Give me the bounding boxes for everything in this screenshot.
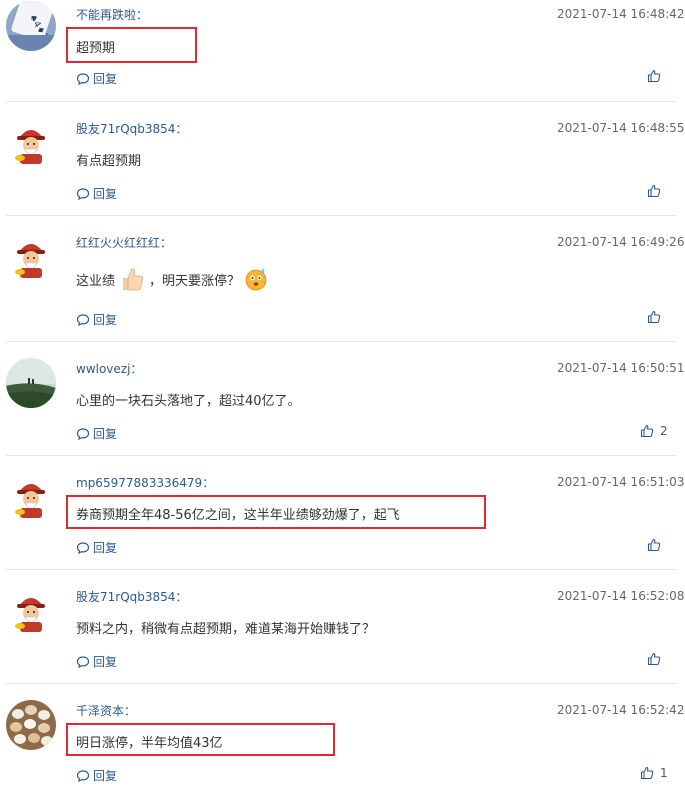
comment-item: mp65977883336479： 2021-07-14 16:51:03 券商… <box>0 456 685 570</box>
reply-button[interactable]: 回复 <box>76 311 117 328</box>
comment-item: ♠4♦3 不能再跌啦： 2021-07-14 16:48:42 超预期 回复 <box>0 0 685 102</box>
reply-button[interactable]: 回复 <box>76 767 117 784</box>
avatar[interactable] <box>6 358 56 408</box>
thumbs-up-icon <box>647 652 661 666</box>
thumbs-up-emoji-icon <box>123 268 144 291</box>
reply-button[interactable]: 回复 <box>76 185 117 202</box>
thumbs-up-icon <box>640 424 654 438</box>
comment-item: wwlovezj： 2021-07-14 16:50:51 心里的一块石头落地了… <box>0 342 685 456</box>
like-button[interactable] <box>647 69 667 83</box>
comment-text: 超预期 <box>76 41 116 56</box>
reply-button[interactable]: 回复 <box>76 70 117 87</box>
like-button[interactable] <box>647 184 667 198</box>
comment-time: 2021-07-14 16:50:51 <box>557 361 685 375</box>
comment-bubble-icon <box>76 769 90 782</box>
reply-label: 回复 <box>93 655 118 669</box>
thumbs-up-icon <box>647 184 661 198</box>
avatar[interactable]: ♠4♦3 <box>6 1 56 51</box>
comment-author[interactable]: 红红火火红红红： <box>76 234 172 251</box>
comment-bubble-icon <box>76 541 90 554</box>
avatar[interactable] <box>6 586 56 636</box>
like-button[interactable] <box>647 538 667 552</box>
thumbs-up-icon <box>647 310 661 324</box>
like-count: 2 <box>660 424 668 438</box>
reply-label: 回复 <box>93 313 118 327</box>
like-button[interactable]: 2 <box>640 424 668 438</box>
comment-bubble-icon <box>76 187 90 200</box>
comment-item: 股友71rQqb3854： 2021-07-14 16:52:08 预料之内，稍… <box>0 570 685 684</box>
avatar[interactable] <box>6 700 56 750</box>
avatar[interactable] <box>6 232 56 282</box>
comment-item: 股友71rQqb3854： 2021-07-14 16:48:55 有点超预期 … <box>0 102 685 216</box>
comment-item: 红红火火红红红： 2021-07-14 16:49:26 这业绩 ，明天要涨停？… <box>0 216 685 342</box>
comment-time: 2021-07-14 16:52:42 <box>557 703 685 717</box>
reply-button[interactable]: 回复 <box>76 653 117 670</box>
comment-author[interactable]: 股友71rQqb3854： <box>76 120 187 137</box>
comment-text-part: 这业绩 <box>76 273 116 289</box>
reply-label: 回复 <box>93 187 118 201</box>
comment-author[interactable]: 千泽资本： <box>76 702 136 719</box>
thumbs-up-icon <box>647 69 661 83</box>
comment-time: 2021-07-14 16:48:42 <box>557 7 685 21</box>
like-button[interactable]: 1 <box>640 766 668 780</box>
like-button[interactable] <box>647 652 667 666</box>
reply-label: 回复 <box>93 72 118 86</box>
reply-label: 回复 <box>93 427 118 441</box>
comment-item: 千泽资本： 2021-07-14 16:52:42 明日涨停，半年均值43亿 回… <box>0 684 685 791</box>
comment-time: 2021-07-14 16:49:26 <box>557 235 685 249</box>
thumbs-up-icon <box>647 538 661 552</box>
sweating-face-emoji-icon <box>245 268 267 291</box>
reply-button[interactable]: 回复 <box>76 539 117 556</box>
reply-label: 回复 <box>93 541 118 555</box>
avatar[interactable] <box>6 472 56 522</box>
comment-text: 预料之内，稍微有点超预期，难道某海开始赚钱了？ <box>76 622 376 637</box>
comment-time: 2021-07-14 16:48:55 <box>557 121 685 135</box>
comment-author[interactable]: wwlovezj： <box>76 360 142 377</box>
comment-text: 这业绩 ，明天要涨停？ <box>76 264 272 294</box>
comment-text: 券商预期全年48-56亿之间，这半年业绩够劲爆了，起飞 <box>76 508 400 523</box>
comment-author[interactable]: 不能再跌啦： <box>76 6 148 23</box>
thumbs-up-icon <box>640 766 654 780</box>
comment-text-part: ，明天要涨停？ <box>149 273 241 289</box>
reply-label: 回复 <box>93 769 118 783</box>
like-button[interactable] <box>647 310 667 324</box>
comment-bubble-icon <box>76 427 90 440</box>
comment-text: 明日涨停，半年均值43亿 <box>76 736 223 751</box>
avatar[interactable] <box>6 118 56 168</box>
comment-time: 2021-07-14 16:52:08 <box>557 589 685 603</box>
comment-time: 2021-07-14 16:51:03 <box>557 475 685 489</box>
like-count: 1 <box>660 766 668 780</box>
reply-button[interactable]: 回复 <box>76 425 117 442</box>
comment-text: 心里的一块石头落地了，超过40亿了。 <box>76 394 301 409</box>
comment-bubble-icon <box>76 313 90 326</box>
comment-text: 有点超预期 <box>76 154 142 169</box>
comment-bubble-icon <box>76 655 90 668</box>
comment-author[interactable]: 股友71rQqb3854： <box>76 588 187 605</box>
comment-author[interactable]: mp65977883336479： <box>76 474 214 491</box>
comment-bubble-icon <box>76 72 90 85</box>
